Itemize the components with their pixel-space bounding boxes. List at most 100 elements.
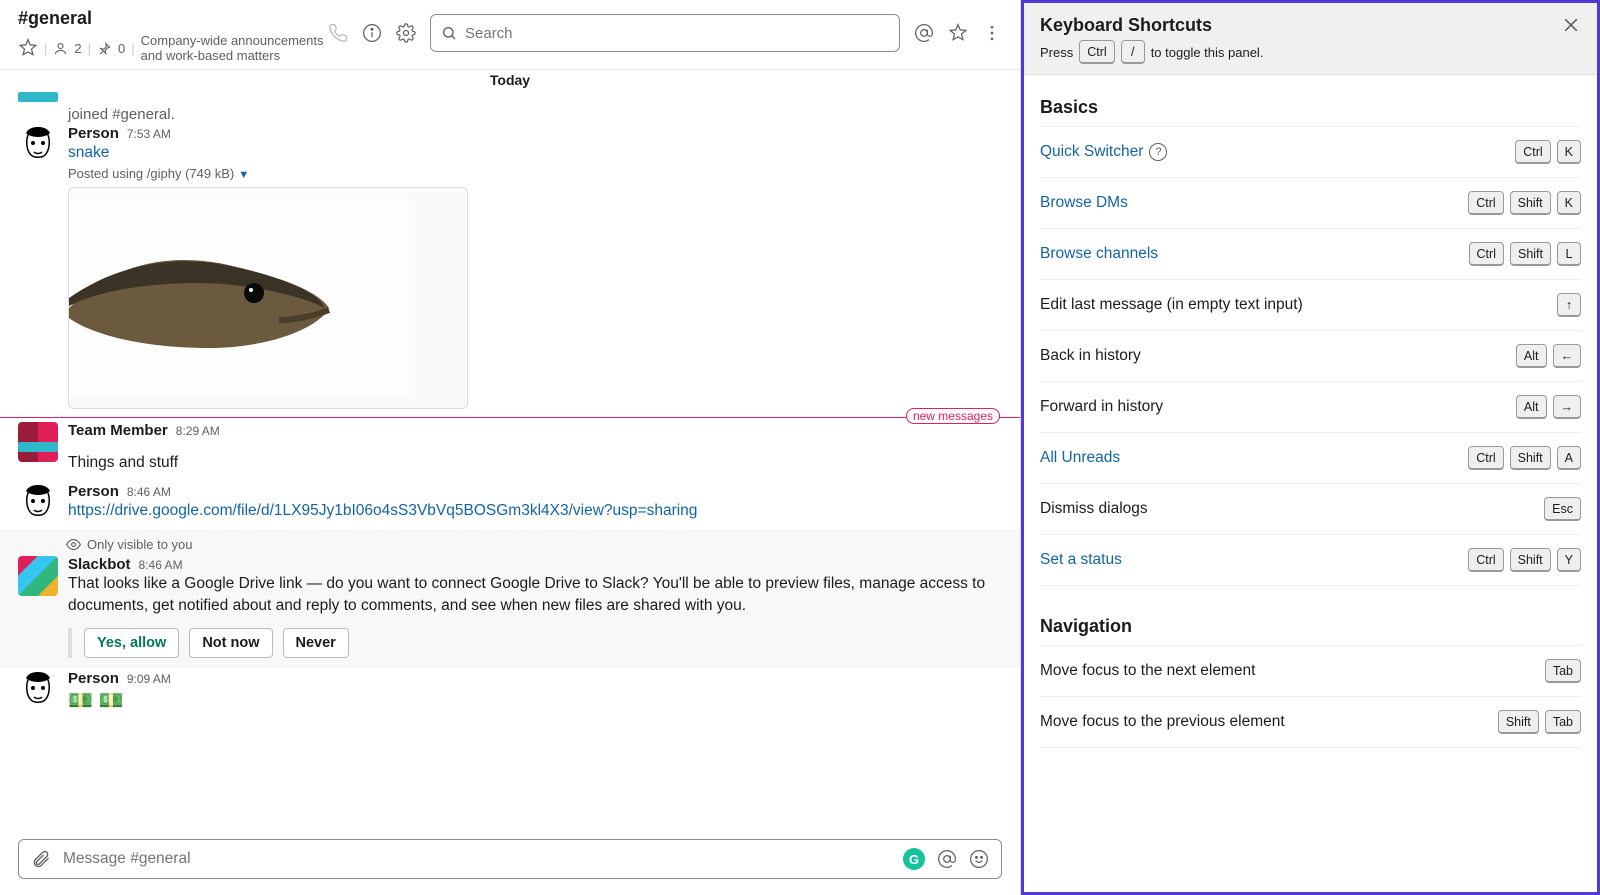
joined-message: joined #general. bbox=[0, 106, 1020, 123]
shortcut-row: All Unreads Ctrl ShiftA bbox=[1040, 433, 1581, 484]
author-name[interactable]: Person bbox=[68, 483, 119, 500]
shortcut-row: Move focus to the previous element ShiftT… bbox=[1040, 697, 1581, 748]
kbd-key: Ctrl bbox=[1468, 548, 1503, 572]
shortcut-label: Move focus to the previous element bbox=[1040, 713, 1285, 731]
kbd-key: → bbox=[1553, 395, 1582, 419]
gear-icon[interactable] bbox=[396, 23, 416, 43]
timestamp: 7:53 AM bbox=[127, 127, 171, 141]
keyboard-shortcuts-panel: Keyboard Shortcuts Press Ctrl / to toggl… bbox=[1021, 0, 1600, 895]
shortcut-label[interactable]: Set a status bbox=[1040, 551, 1122, 569]
section-navigation: Navigation bbox=[1040, 616, 1581, 637]
shortcut-label: Move focus to the next element bbox=[1040, 662, 1255, 680]
message-text: 💵 💵 bbox=[68, 687, 1002, 716]
pin-count[interactable]: 0 bbox=[118, 41, 125, 56]
author-name[interactable]: Team Member bbox=[68, 422, 168, 439]
message: Team Member8:29 AM Things and stuff bbox=[0, 420, 1020, 480]
close-icon[interactable] bbox=[1561, 15, 1581, 35]
channel-topic[interactable]: Company-wide announcements and work-base… bbox=[141, 33, 328, 63]
kbd-key: Alt bbox=[1516, 344, 1547, 368]
timestamp: 9:09 AM bbox=[127, 672, 171, 686]
avatar[interactable] bbox=[18, 670, 58, 710]
channel-header: #general | 2 | 0 | Company-wide announce… bbox=[0, 0, 1020, 70]
eye-icon bbox=[66, 537, 81, 552]
presence-strip bbox=[18, 92, 58, 102]
avatar[interactable] bbox=[18, 125, 58, 165]
kbd-key: Ctrl bbox=[1468, 191, 1503, 215]
kbd-key: ↑ bbox=[1557, 293, 1581, 317]
message: Person 7:53 AM snake Posted using /giphy … bbox=[0, 123, 1020, 415]
kbd-key: Tab bbox=[1545, 710, 1581, 734]
shortcut-label: Edit last message (in empty text input) bbox=[1040, 296, 1303, 314]
section-basics: Basics bbox=[1040, 97, 1581, 118]
info-icon[interactable] bbox=[362, 23, 382, 43]
slackbot-avatar[interactable] bbox=[18, 556, 58, 596]
timestamp: 8:29 AM bbox=[176, 424, 220, 438]
kbd-key: Y bbox=[1557, 548, 1581, 572]
search-icon bbox=[441, 25, 457, 41]
shortcut-row: Set a status Ctrl ShiftY bbox=[1040, 535, 1581, 586]
mentions-icon[interactable] bbox=[914, 23, 934, 43]
shortcut-row: Back in historyAlt← bbox=[1040, 331, 1581, 382]
search-input[interactable] bbox=[430, 14, 900, 52]
shortcut-row: Browse DMs Ctrl ShiftK bbox=[1040, 178, 1581, 229]
kbd-key: Ctrl bbox=[1468, 446, 1503, 470]
image-attachment[interactable] bbox=[68, 187, 468, 409]
shortcut-label[interactable]: Browse channels bbox=[1040, 245, 1158, 263]
shortcut-label[interactable]: Browse DMs bbox=[1040, 194, 1128, 212]
kbd-key: Ctrl bbox=[1515, 140, 1550, 164]
more-icon[interactable] bbox=[982, 23, 1002, 43]
shortcut-row: Move focus to the next elementTab bbox=[1040, 645, 1581, 697]
shortcut-label: Forward in history bbox=[1040, 398, 1163, 416]
star-outline-icon[interactable] bbox=[948, 23, 968, 43]
kbd-key: Shift bbox=[1510, 548, 1551, 572]
paperclip-icon[interactable] bbox=[31, 849, 51, 869]
avatar[interactable] bbox=[18, 483, 58, 523]
kbd-key: K bbox=[1557, 191, 1581, 215]
timestamp: 8:46 AM bbox=[139, 558, 183, 572]
shortcut-label: Back in history bbox=[1040, 347, 1141, 365]
new-messages-divider: new messages bbox=[0, 417, 1020, 418]
message-composer[interactable]: G bbox=[18, 839, 1002, 879]
emoji-icon[interactable] bbox=[969, 849, 989, 869]
shortcut-label[interactable]: All Unreads bbox=[1040, 449, 1120, 467]
never-button[interactable]: Never bbox=[283, 628, 349, 658]
star-icon[interactable] bbox=[18, 38, 38, 58]
kbd-key: Shift bbox=[1510, 446, 1551, 470]
author-name[interactable]: Person bbox=[68, 125, 119, 142]
phone-icon[interactable] bbox=[328, 23, 348, 43]
mention-icon[interactable] bbox=[937, 849, 957, 869]
kbd-key: K bbox=[1557, 140, 1581, 164]
author-name[interactable]: Slackbot bbox=[68, 556, 131, 573]
kbd-key: Ctrl bbox=[1469, 242, 1504, 266]
timestamp: 8:46 AM bbox=[127, 485, 171, 499]
kbd-key: Shift bbox=[1498, 710, 1539, 734]
composer-input[interactable] bbox=[63, 850, 891, 868]
channel-title[interactable]: #general bbox=[18, 8, 328, 29]
author-name[interactable]: Person bbox=[68, 670, 119, 687]
shortcut-label[interactable]: Quick Switcher bbox=[1040, 143, 1143, 161]
message: Person 9:09 AM 💵 💵 bbox=[0, 668, 1020, 722]
not-now-button[interactable]: Not now bbox=[189, 628, 272, 658]
kbd-key: Shift bbox=[1510, 242, 1551, 266]
members-icon[interactable] bbox=[53, 41, 68, 56]
shortcut-row: Dismiss dialogsEsc bbox=[1040, 484, 1581, 535]
kbd-key: Alt bbox=[1516, 395, 1547, 419]
yes-allow-button[interactable]: Yes, allow bbox=[84, 628, 179, 658]
message-text: That looks like a Google Drive link — do… bbox=[68, 573, 1002, 618]
grammarly-icon[interactable]: G bbox=[903, 848, 925, 870]
kbd-key: A bbox=[1557, 446, 1581, 470]
kbd-ctrl: Ctrl bbox=[1079, 40, 1114, 64]
attachment-title[interactable]: snake bbox=[68, 144, 109, 161]
help-icon[interactable]: ? bbox=[1149, 143, 1167, 161]
message-list: Today joined #general. Person7:53 AM sna… bbox=[0, 70, 1020, 833]
pin-icon[interactable] bbox=[97, 41, 112, 56]
chevron-down-icon[interactable]: ▼ bbox=[238, 169, 249, 181]
shortcut-row: Forward in history Alt→ bbox=[1040, 382, 1581, 433]
message-link[interactable]: https://drive.google.com/file/d/1LX95Jy1… bbox=[68, 502, 697, 519]
kbd-key: Shift bbox=[1510, 191, 1551, 215]
shortcut-label: Dismiss dialogs bbox=[1040, 500, 1148, 518]
kbd-slash: / bbox=[1121, 40, 1145, 64]
attachment-meta: Posted using /giphy (749 kB) bbox=[68, 166, 234, 181]
message: Person 8:46 AM https://drive.google.com/f… bbox=[0, 481, 1020, 529]
member-count[interactable]: 2 bbox=[74, 41, 81, 56]
